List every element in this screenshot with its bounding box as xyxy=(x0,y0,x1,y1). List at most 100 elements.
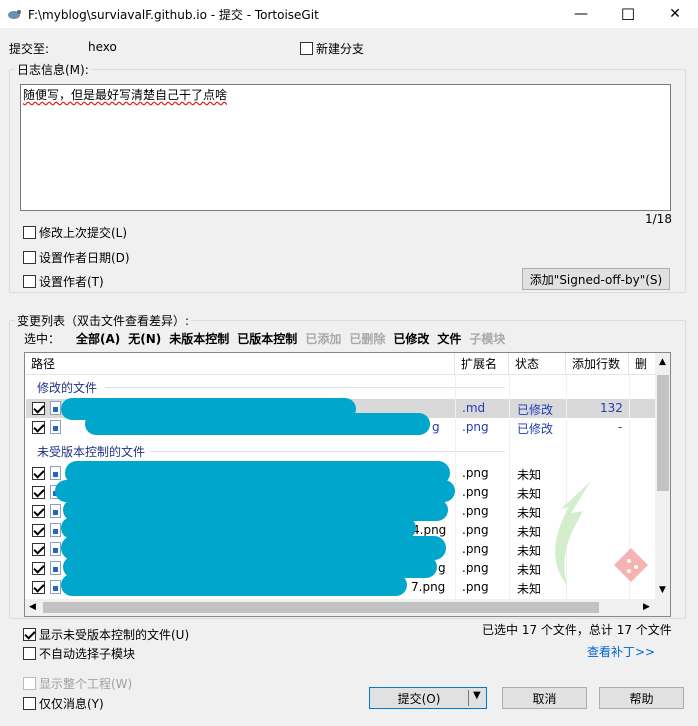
column-lines-deleted[interactable]: 删 xyxy=(629,353,656,375)
scroll-right-icon[interactable]: ▶ xyxy=(643,602,650,612)
filter-submodules: 子模块 xyxy=(469,332,506,346)
file-list-header: 路径 扩展名 状态 添加行数 删 xyxy=(25,353,656,375)
checkbox-box[interactable] xyxy=(23,275,36,288)
checkbox-box[interactable] xyxy=(23,697,36,710)
new-branch-label: 新建分支 xyxy=(316,42,365,56)
git-logo-icon xyxy=(614,548,648,582)
select-label: 选中： xyxy=(24,332,61,346)
row-path-tail: 7.png xyxy=(411,580,446,594)
commit-split-button[interactable]: 提交(O) ▼ xyxy=(369,687,487,709)
no-auto-submodule-label: 不自动选择子模块 xyxy=(39,647,136,661)
filter-all[interactable]: 全部(A) xyxy=(76,330,120,347)
message-only-checkbox[interactable]: 仅仅消息(Y) xyxy=(23,695,104,712)
checkbox-box[interactable] xyxy=(23,628,36,641)
checkbox-box[interactable] xyxy=(23,226,36,239)
message-counter: 1/18 xyxy=(645,212,672,226)
column-extension[interactable]: 扩展名 xyxy=(455,353,509,375)
log-message-input[interactable]: 随便写，但是最好写清楚自己干了点啥 xyxy=(20,84,671,211)
branch-name: hexo xyxy=(88,40,117,54)
message-only-label: 仅仅消息(Y) xyxy=(39,697,104,711)
checkbox-box[interactable] xyxy=(23,251,36,264)
log-message-legend: 日志信息(M): xyxy=(15,61,91,78)
row-checkbox[interactable] xyxy=(32,505,45,518)
column-path[interactable]: 路径 xyxy=(25,353,455,375)
selection-summary: 已选中 17 个文件，总计 17 个文件 xyxy=(482,623,672,637)
horizontal-scrollbar[interactable]: ◀ ▶ xyxy=(25,599,670,616)
checkbox-box xyxy=(23,677,36,690)
split-divider xyxy=(468,690,469,706)
checkbox-box[interactable] xyxy=(300,42,313,55)
window-title: F:\myblog\surviavalF.github.io - 提交 - To… xyxy=(28,8,319,22)
row-extension: .png xyxy=(462,504,489,518)
filter-bar: 全部(A) 无(N) 未版本控制 已版本控制 已添加 已删除 已修改 文件 子模… xyxy=(76,330,505,347)
help-button[interactable]: 帮助 xyxy=(599,687,684,709)
scrollbar-thumb[interactable] xyxy=(657,375,669,491)
amend-checkbox[interactable]: 修改上次提交(L) xyxy=(23,224,127,241)
set-author-label: 设置作者(T) xyxy=(39,275,104,289)
group-divider xyxy=(105,387,505,388)
view-patch-link[interactable]: 查看补丁>> xyxy=(587,643,655,660)
row-checkbox[interactable] xyxy=(32,543,45,556)
commit-button-label[interactable]: 提交(O) xyxy=(370,690,468,707)
row-checkbox[interactable] xyxy=(32,421,45,434)
set-author-date-label: 设置作者日期(D) xyxy=(39,251,130,265)
group-divider xyxy=(150,451,505,452)
set-author-checkbox[interactable]: 设置作者(T) xyxy=(23,273,104,290)
row-lines-added: - xyxy=(618,420,623,434)
new-branch-checkbox[interactable]: 新建分支 xyxy=(300,40,364,57)
group-unversioned-files: 未受版本控制的文件 xyxy=(37,445,146,459)
checkbox-box[interactable] xyxy=(23,647,36,660)
maximize-button[interactable]: ☐ xyxy=(605,0,651,28)
set-author-date-checkbox[interactable]: 设置作者日期(D) xyxy=(23,249,130,266)
minimize-icon: — xyxy=(574,6,588,22)
file-icon xyxy=(50,401,61,415)
row-checkbox[interactable] xyxy=(32,581,45,594)
row-status: 已修改 xyxy=(517,403,554,417)
maximize-icon: ☐ xyxy=(620,4,636,24)
close-button[interactable]: ✕ xyxy=(652,0,698,28)
column-status[interactable]: 状态 xyxy=(509,353,566,375)
row-checkbox[interactable] xyxy=(32,402,45,415)
tortoisegit-logo-icon xyxy=(8,10,21,19)
row-checkbox[interactable] xyxy=(32,524,45,537)
row-path-tail: 4.png xyxy=(412,523,447,537)
group-modified-files: 修改的文件 xyxy=(37,381,98,395)
watermark-arrow-icon xyxy=(555,481,591,585)
scroll-left-icon[interactable]: ◀ xyxy=(29,602,36,612)
dropdown-arrow-icon[interactable]: ▼ xyxy=(473,690,481,701)
show-whole-project-label: 显示整个工程(W) xyxy=(39,677,133,691)
row-extension: .png xyxy=(462,523,489,537)
minimize-button[interactable]: — xyxy=(558,0,604,28)
scroll-up-icon[interactable]: ▲ xyxy=(659,357,666,367)
filter-deleted: 已删除 xyxy=(349,332,386,346)
no-auto-submodule-checkbox[interactable]: 不自动选择子模块 xyxy=(23,645,135,662)
title-bar: F:\myblog\surviavalF.github.io - 提交 - To… xyxy=(0,0,698,28)
file-icon xyxy=(50,504,61,518)
file-icon xyxy=(50,580,61,594)
cancel-button[interactable]: 取消 xyxy=(502,687,587,709)
column-lines-added[interactable]: 添加行数 xyxy=(566,353,629,375)
row-status: 已修改 xyxy=(517,422,554,436)
row-lines-added: 132 xyxy=(600,401,623,415)
scrollbar-thumb[interactable] xyxy=(43,602,599,613)
filter-files[interactable]: 文件 xyxy=(437,330,461,347)
vertical-scrollbar[interactable]: ▲ ▼ xyxy=(655,353,670,599)
filter-modified[interactable]: 已修改 xyxy=(393,330,429,347)
row-extension: .md xyxy=(462,401,486,415)
row-checkbox[interactable] xyxy=(32,562,45,575)
file-icon xyxy=(50,420,61,434)
show-unversioned-label: 显示未受版本控制的文件(U) xyxy=(39,628,190,642)
filter-none[interactable]: 无(N) xyxy=(128,330,161,347)
file-list[interactable]: 路径 扩展名 状态 添加行数 删 修改的文件 .md 已修改 132 g .pn… xyxy=(24,352,671,617)
filter-unversioned[interactable]: 未版本控制 xyxy=(169,330,229,347)
row-checkbox[interactable] xyxy=(32,467,45,480)
redaction-mark xyxy=(85,413,430,435)
row-extension: .png xyxy=(462,542,489,556)
row-checkbox[interactable] xyxy=(32,486,45,499)
signed-off-by-button[interactable]: 添加"Signed-off-by"(S) xyxy=(522,268,670,290)
column-separator xyxy=(455,375,456,600)
scroll-down-icon[interactable]: ▼ xyxy=(659,585,666,595)
row-extension: .png xyxy=(462,485,489,499)
show-unversioned-checkbox[interactable]: 显示未受版本控制的文件(U) xyxy=(23,626,189,643)
filter-versioned[interactable]: 已版本控制 xyxy=(237,330,297,347)
